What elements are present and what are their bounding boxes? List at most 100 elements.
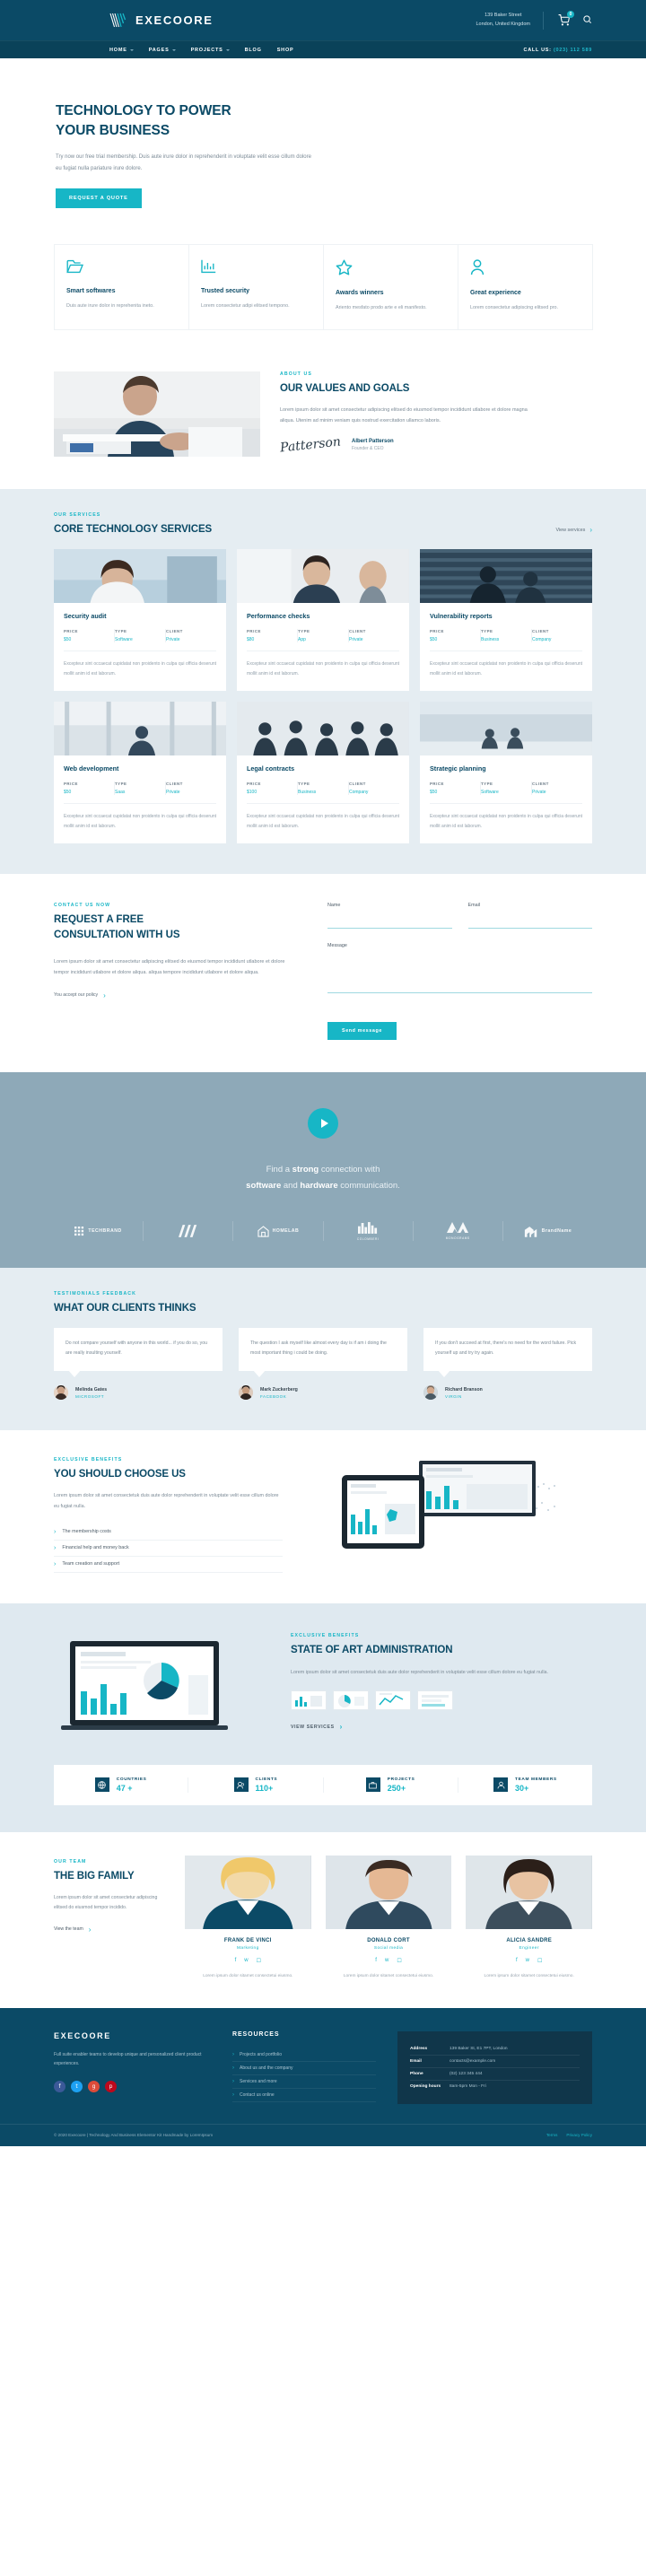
facebook-icon[interactable]: f — [235, 1958, 237, 1964]
feature-card[interactable]: Awards winners Ariento mesfato prodo art… — [323, 244, 458, 330]
thumbnail[interactable] — [333, 1690, 369, 1711]
meta-value-type: App — [298, 637, 306, 643]
view-services-button[interactable]: VIEW SERVICES › — [291, 1723, 592, 1731]
call-us-number: (023) 112 589 — [553, 47, 592, 53]
meta-value-price: $50 — [430, 790, 438, 796]
team-text: Lorem ipsum dolor sit amet consectetur a… — [54, 1895, 158, 1911]
avatar — [239, 1385, 253, 1401]
nav-item-pages[interactable]: PAGES — [149, 48, 176, 53]
footer-link[interactable]: › Projects and portfolio — [232, 2048, 376, 2062]
chevron-right-icon: › — [232, 2065, 234, 2071]
features-section: Smart softwares Duis aute irure dolor in… — [0, 244, 646, 361]
feature-card[interactable]: Smart softwares Duis aute irure dolor in… — [54, 244, 189, 330]
meta-value-price: $100 — [247, 790, 258, 796]
pinterest-icon[interactable]: p — [105, 2080, 117, 2092]
feature-card[interactable]: Great experience Lorem consectetur adipi… — [458, 244, 593, 330]
service-image — [237, 702, 409, 756]
meta-key-client: CLIENT — [349, 629, 366, 634]
member-text: Lorem ipsum dolor sitamet consectetui ei… — [203, 1973, 293, 1978]
facebook-icon[interactable]: f — [375, 1958, 377, 1964]
message-label: Message — [327, 943, 347, 949]
view-team-label: View the team — [54, 1926, 83, 1933]
cart-count-badge: 0 — [567, 11, 574, 18]
nav-item-home[interactable]: HOME — [109, 48, 134, 53]
cta-line2-c: hardware — [300, 1181, 338, 1192]
contact-text: Lorem ipsum dolor sit amet consectetur a… — [54, 958, 285, 976]
footer-link[interactable]: › Services and more — [232, 2075, 376, 2089]
team-eyebrow: OUR TEAM — [54, 1858, 87, 1864]
brand-logo[interactable]: EXECOORE — [109, 13, 213, 29]
cta-line2-b: and — [281, 1181, 301, 1192]
service-card[interactable]: Web development PRICE $50 TYPE Saas CLIENT… — [54, 702, 226, 844]
google-icon[interactable]: g — [88, 2080, 100, 2092]
nav-item-blog[interactable]: BLOG — [245, 48, 262, 53]
hero-subtitle: Try now our free trial membership. Duis … — [56, 153, 311, 171]
request-quote-button[interactable]: REQUEST A QUOTE — [56, 188, 142, 209]
instagram-icon[interactable]: ☐ — [397, 1958, 401, 1964]
play-video-button[interactable] — [308, 1108, 338, 1140]
benefit-item[interactable]: › Team creation and support — [54, 1557, 283, 1573]
meta-key-price: PRICE — [430, 782, 444, 787]
footer-terms-link[interactable]: Terms — [546, 2133, 558, 2137]
search-button[interactable] — [582, 14, 592, 27]
thumbnail[interactable] — [375, 1690, 411, 1711]
name-label: Name — [327, 903, 341, 909]
send-message-button[interactable]: Send message — [327, 1022, 397, 1041]
partner-logo[interactable]: BrandName — [503, 1221, 592, 1241]
testimonials-eyebrow: TESTIMONIALS FEEDBACK — [54, 1291, 136, 1297]
footer-privacy-link[interactable]: Privacy Policy — [566, 2133, 592, 2137]
benefit-item[interactable]: › Financial help and money back — [54, 1541, 283, 1557]
service-description: Excepteur sint occaecat cupidatat non pr… — [430, 661, 582, 677]
view-team-link[interactable]: View the team › — [54, 1925, 170, 1934]
instagram-icon[interactable]: ☐ — [537, 1958, 542, 1964]
instagram-icon[interactable]: ☐ — [257, 1958, 261, 1964]
benefit-item[interactable]: › The membership costs — [54, 1524, 283, 1541]
view-services-label: VIEW SERVICES — [291, 1724, 335, 1730]
admin-title: STATE OF ART ADMINISTRATION — [291, 1645, 453, 1656]
facebook-icon[interactable]: f — [516, 1958, 518, 1964]
footer-contact-key: Email — [410, 2058, 422, 2064]
service-card[interactable]: Vulnerability reports PRICE $50 TYPE Busin… — [420, 549, 592, 692]
twitter-icon[interactable]: t — [71, 2080, 83, 2092]
meta-key-client: CLIENT — [166, 782, 183, 787]
partner-logo[interactable]: COLOMBERI — [324, 1221, 414, 1242]
nav-item-projects[interactable]: PROJECTS — [191, 48, 230, 53]
partner-logo[interactable]: HOMELAB — [233, 1221, 324, 1242]
footer-link[interactable]: › Contact us online — [232, 2089, 376, 2102]
footer-link[interactable]: › About us and the company — [232, 2062, 376, 2075]
service-image — [237, 549, 409, 604]
thumbnail[interactable] — [291, 1690, 327, 1711]
service-card[interactable]: Performance checks PRICE $80 TYPE App CLIE… — [237, 549, 409, 692]
chevron-right-icon: › — [232, 2091, 234, 2098]
footer-contact-value: contacts@example.com — [450, 2058, 496, 2064]
partner-logo[interactable] — [144, 1221, 234, 1242]
nav-item-shop[interactable]: SHOP — [277, 48, 294, 53]
view-services-link[interactable]: View services › — [555, 527, 592, 537]
service-meta: PRICE $100 TYPE Business CLIENT Company — [247, 782, 399, 805]
service-card[interactable]: Security audit PRICE $50 TYPE Software CLI… — [54, 549, 226, 692]
footer-link-label: Projects and portfolio — [240, 2051, 282, 2057]
policy-link[interactable]: You accept our policy › — [54, 991, 292, 1000]
message-textarea[interactable] — [327, 953, 592, 994]
call-us[interactable]: CALL US: (023) 112 589 — [524, 48, 592, 53]
feature-card[interactable]: Trusted security Lorem consectetur adipi… — [188, 244, 324, 330]
facebook-icon[interactable]: f — [54, 2080, 65, 2092]
twitter-icon[interactable]: w — [526, 1958, 529, 1964]
email-input[interactable] — [467, 913, 592, 930]
admin-illustration — [54, 1629, 269, 1736]
services-grid: Security audit PRICE $50 TYPE Software CLI… — [54, 549, 592, 844]
meta-value-price: $50 — [430, 637, 438, 643]
name-input[interactable] — [327, 913, 452, 930]
cart-button[interactable]: 0 — [558, 11, 574, 26]
meta-value-type: Software — [481, 790, 499, 796]
nav-label: PROJECTS — [190, 47, 223, 53]
partner-logo[interactable]: TECHBRAND — [54, 1221, 144, 1242]
partner-logo[interactable]: MONOGRAMS — [414, 1221, 503, 1242]
service-card[interactable]: Legal contracts PRICE $100 TYPE Business C… — [237, 702, 409, 844]
thumbnail[interactable] — [417, 1690, 453, 1711]
twitter-icon[interactable]: w — [385, 1958, 388, 1964]
benefit-label: Financial help and money back — [62, 1545, 129, 1551]
address-line-1: 139 Baker Street — [484, 13, 522, 19]
twitter-icon[interactable]: w — [244, 1958, 248, 1964]
service-card[interactable]: Strategic planning PRICE $50 TYPE Software… — [420, 702, 592, 844]
